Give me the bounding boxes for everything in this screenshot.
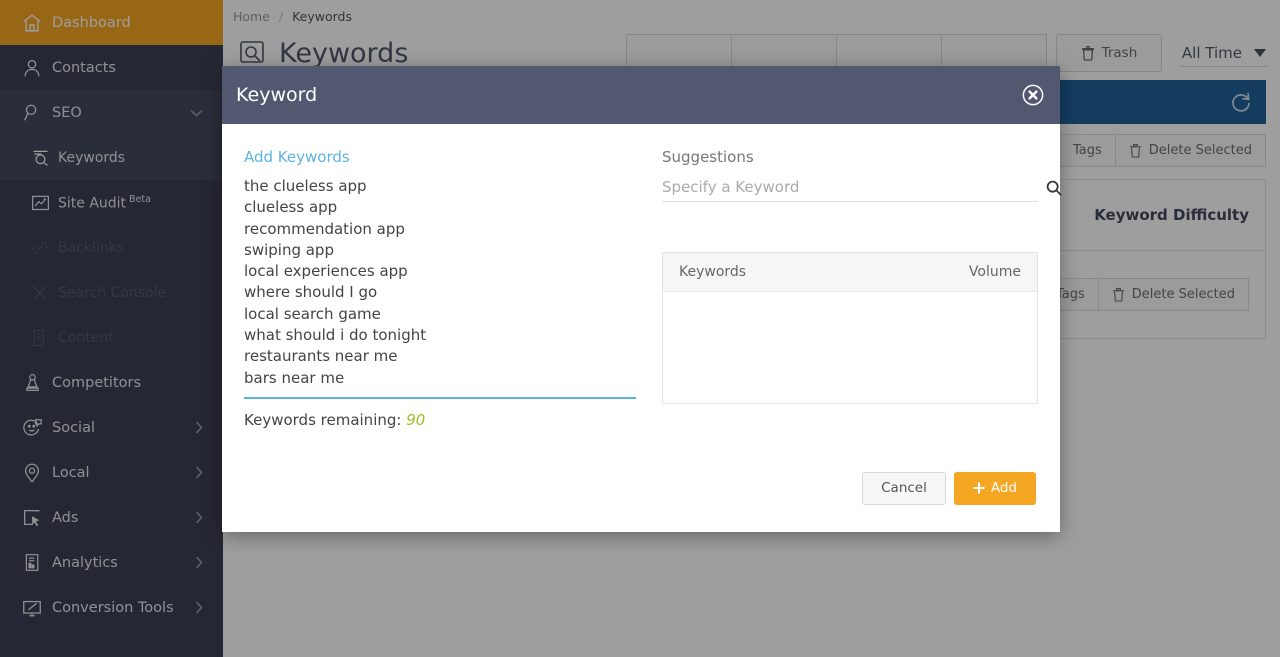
keyword-line: swiping app bbox=[244, 240, 334, 259]
column-header-keywords: Keywords bbox=[679, 264, 747, 280]
add-button[interactable]: Add bbox=[953, 471, 1036, 505]
keyword-line: the clueless app bbox=[244, 177, 367, 195]
keyword-line: what should i do tonight bbox=[244, 326, 427, 345]
keywords-remaining: Keywords remaining: 90 bbox=[244, 411, 636, 429]
close-circle-icon[interactable] bbox=[1020, 82, 1046, 108]
search-icon[interactable] bbox=[1042, 176, 1066, 200]
keywords-remaining-count: 90 bbox=[406, 410, 426, 429]
suggestion-search-row bbox=[662, 176, 1062, 202]
keyword-modal: Keyword Add Keywords the clueless app cl… bbox=[222, 66, 1062, 532]
suggestions-table-body bbox=[663, 292, 1037, 403]
modal-header: Keyword bbox=[222, 66, 1060, 124]
keyword-line: local experiences app bbox=[244, 262, 408, 281]
keyword-line: recommendation app bbox=[244, 219, 405, 238]
keywords-remaining-label: Keywords remaining: bbox=[244, 410, 402, 429]
keyword-line: local search game bbox=[244, 304, 381, 323]
modal-title: Keyword bbox=[236, 84, 318, 106]
keyword-line: bars near me bbox=[244, 368, 345, 387]
suggestions-table: Keywords Volume bbox=[662, 252, 1038, 404]
add-keywords-heading[interactable]: Add Keywords bbox=[244, 148, 636, 166]
search-input[interactable] bbox=[662, 176, 1038, 198]
column-header-volume: Volume bbox=[968, 264, 1021, 280]
add-keywords-column: Add Keywords the clueless app clueless a… bbox=[244, 148, 648, 454]
modal-body: Add Keywords the clueless app clueless a… bbox=[222, 124, 1062, 454]
cancel-label: Cancel bbox=[881, 480, 927, 496]
suggestions-heading: Suggestions bbox=[662, 148, 754, 166]
keyword-line: where should I go bbox=[244, 283, 378, 302]
keyword-line: restaurants near me bbox=[244, 347, 398, 366]
modal-footer: Cancel Add bbox=[222, 454, 1060, 532]
keywords-textarea[interactable]: the clueless app clueless app recommenda… bbox=[244, 176, 636, 399]
keyword-line: clueless app bbox=[244, 198, 338, 217]
app-root: Home / Keywords Keywords Trash All Time … bbox=[0, 0, 1280, 657]
suggestions-table-header: Keywords Volume bbox=[663, 253, 1037, 292]
plus-icon bbox=[973, 482, 985, 494]
suggestions-column: Suggestions Keywords Volume bbox=[648, 148, 1062, 454]
add-label: Add bbox=[990, 480, 1017, 496]
cancel-button[interactable]: Cancel bbox=[862, 471, 946, 505]
